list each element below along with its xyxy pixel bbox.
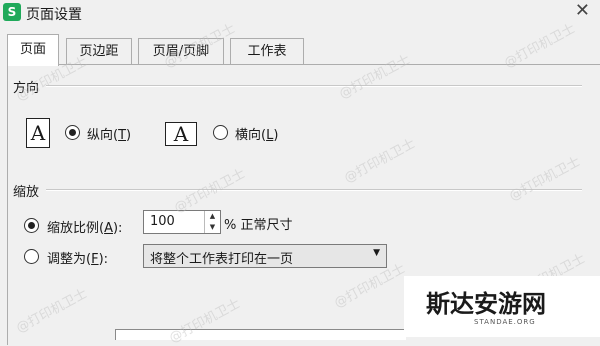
scale-percent-stepper[interactable]: 100 ▲ ▼ bbox=[143, 210, 221, 234]
site-logo: 斯达安游网 STANDAE.ORG bbox=[404, 276, 600, 337]
tab-margins[interactable]: 页边距 bbox=[66, 38, 132, 65]
stepper-up-icon[interactable]: ▲ bbox=[205, 211, 220, 222]
scaling-group-label: 缩放 bbox=[13, 185, 40, 200]
portrait-page-icon: A bbox=[26, 118, 50, 148]
scale-ratio-label[interactable]: 缩放比例(A): bbox=[47, 217, 122, 236]
scaling-divider bbox=[46, 189, 582, 191]
dropdown-arrow-icon[interactable]: ▼ bbox=[373, 248, 380, 258]
fit-to-select-value: 将整个工作表打印在一页 bbox=[150, 252, 294, 267]
tab-page[interactable]: 页面 bbox=[7, 34, 59, 66]
orientation-group-label: 方向 bbox=[13, 81, 40, 96]
landscape-page-icon: A bbox=[165, 122, 197, 146]
site-logo-title: 斯达安游网 bbox=[426, 289, 546, 318]
fit-to-radio[interactable] bbox=[24, 249, 39, 264]
partial-field bbox=[115, 329, 406, 340]
title-bar: S 页面设置 ✕ bbox=[0, 0, 600, 26]
spreadsheet-app-icon: S bbox=[3, 3, 21, 21]
landscape-radio[interactable] bbox=[213, 125, 228, 140]
site-logo-subtitle: STANDAE.ORG bbox=[474, 318, 536, 326]
tab-sheet[interactable]: 工作表 bbox=[230, 38, 304, 65]
fit-to-label[interactable]: 调整为(F): bbox=[47, 248, 108, 267]
scale-percent-value[interactable]: 100 bbox=[150, 214, 175, 229]
stepper-down-icon[interactable]: ▼ bbox=[205, 222, 220, 233]
portrait-radio[interactable] bbox=[65, 125, 80, 140]
fit-to-select[interactable]: 将整个工作表打印在一页 ▼ bbox=[143, 244, 387, 268]
dialog-title: 页面设置 bbox=[26, 7, 82, 23]
portrait-label[interactable]: 纵向(T) bbox=[87, 124, 131, 143]
scale-ratio-radio[interactable] bbox=[24, 218, 39, 233]
scale-suffix-label: % 正常尺寸 bbox=[224, 218, 293, 233]
orientation-divider bbox=[46, 85, 582, 87]
close-icon[interactable]: ✕ bbox=[575, 1, 590, 21]
landscape-label[interactable]: 横向(L) bbox=[235, 124, 278, 143]
stepper-buttons: ▲ ▼ bbox=[204, 211, 220, 233]
tab-header-footer[interactable]: 页眉/页脚 bbox=[138, 38, 224, 65]
